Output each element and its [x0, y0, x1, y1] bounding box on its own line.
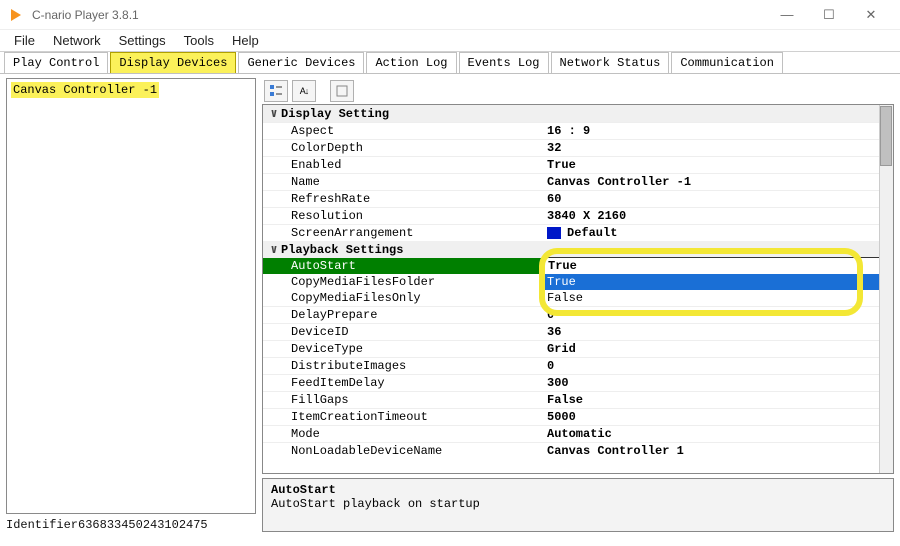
prop-name-aspect[interactable]: Aspect [263, 122, 543, 139]
tab-network-status[interactable]: Network Status [551, 52, 670, 73]
prop-value-feeditemdelay[interactable]: 300 [543, 374, 893, 391]
maximize-button[interactable]: ☐ [808, 1, 850, 29]
prop-row-autostart[interactable]: AutoStart True ▾ [263, 258, 893, 274]
titlebar: C-nario Player 3.8.1 — ☐ ✕ [0, 0, 900, 30]
menu-file[interactable]: File [6, 31, 43, 50]
window-title: C-nario Player 3.8.1 [32, 8, 139, 22]
prop-name-resolution[interactable]: Resolution [263, 207, 543, 224]
menu-settings[interactable]: Settings [111, 31, 174, 50]
prop-name-distributeimages[interactable]: DistributeImages [263, 357, 543, 374]
prop-value-colordepth[interactable]: 32 [543, 139, 893, 156]
prop-value-mode[interactable]: Automatic [543, 425, 893, 442]
grid-scrollbar[interactable] [879, 105, 893, 473]
section-playback-settings[interactable]: ∨ Playback Settings [263, 241, 893, 258]
color-swatch-icon [547, 227, 561, 239]
prop-value-itemcreationtimeout[interactable]: 5000 [543, 408, 893, 425]
prop-value-distributeimages[interactable]: 0 [543, 357, 893, 374]
tab-display-devices[interactable]: Display Devices [110, 52, 236, 73]
section-label: Playback Settings [281, 243, 403, 257]
prop-name-mode[interactable]: Mode [263, 425, 543, 442]
prop-name-colordepth[interactable]: ColorDepth [263, 139, 543, 156]
prop-value-aspect[interactable]: 16 : 9 [543, 122, 893, 139]
property-description: AutoStart AutoStart playback on startup [262, 478, 894, 532]
prop-value-nonloadabledevicename[interactable]: Canvas Controller 1 [543, 442, 893, 459]
menubar: File Network Settings Tools Help [0, 30, 900, 52]
prop-name-screenarrangement[interactable]: ScreenArrangement [263, 224, 543, 241]
categorize-button[interactable] [264, 80, 288, 102]
tab-events-log[interactable]: Events Log [459, 52, 549, 73]
description-title: AutoStart [271, 483, 885, 497]
prop-name-name[interactable]: Name [263, 173, 543, 190]
menu-network[interactable]: Network [45, 31, 109, 50]
prop-value-devicetype[interactable]: Grid [543, 340, 893, 357]
scroll-thumb[interactable] [880, 106, 892, 166]
minimize-button[interactable]: — [766, 1, 808, 29]
prop-value-enabled[interactable]: True [543, 156, 893, 173]
property-page-button[interactable] [330, 80, 354, 102]
tab-action-log[interactable]: Action Log [366, 52, 456, 73]
collapse-icon[interactable]: ∨ [267, 242, 281, 257]
menu-help[interactable]: Help [224, 31, 267, 50]
main-area: Canvas Controller -1 Identifier636833450… [0, 74, 900, 538]
dropdown-option-false[interactable]: CopyMediaFilesOnly False [263, 290, 893, 306]
menu-tools[interactable]: Tools [176, 31, 222, 50]
property-toolbar: A↓ [262, 78, 894, 104]
sort-az-button[interactable]: A↓ [292, 80, 316, 102]
prop-value-resolution[interactable]: 3840 X 2160 [543, 207, 893, 224]
tab-communication[interactable]: Communication [671, 52, 783, 73]
prop-name-copymediafilesonly[interactable]: CopyMediaFilesOnly [263, 290, 543, 306]
prop-name-autostart[interactable]: AutoStart [263, 258, 543, 274]
tab-play-control[interactable]: Play Control [4, 52, 108, 73]
property-grid[interactable]: ∨ Display Setting Aspect16 : 9 ColorDept… [262, 104, 894, 474]
prop-name-enabled[interactable]: Enabled [263, 156, 543, 173]
prop-value-screenarrangement[interactable]: Default [543, 224, 893, 241]
prop-value-name[interactable]: Canvas Controller -1 [543, 173, 893, 190]
prop-name-nonloadabledevicename[interactable]: NonLoadableDeviceName [263, 442, 543, 459]
prop-name-itemcreationtimeout[interactable]: ItemCreationTimeout [263, 408, 543, 425]
prop-name-delayprepare[interactable]: DelayPrepare [263, 306, 543, 323]
identifier-label: Identifier636833450243102475 [6, 518, 256, 532]
tab-generic-devices[interactable]: Generic Devices [238, 52, 364, 73]
section-display-setting[interactable]: ∨ Display Setting [263, 105, 893, 122]
prop-name-devicetype[interactable]: DeviceType [263, 340, 543, 357]
dropdown-option-true[interactable]: CopyMediaFilesFolder True [263, 274, 893, 290]
tab-bar: Play Control Display Devices Generic Dev… [0, 52, 900, 74]
prop-name-refreshrate[interactable]: RefreshRate [263, 190, 543, 207]
description-text: AutoStart playback on startup [271, 497, 885, 511]
prop-name-deviceid[interactable]: DeviceID [263, 323, 543, 340]
collapse-icon[interactable]: ∨ [267, 106, 281, 121]
prop-value-fillgaps[interactable]: False [543, 391, 893, 408]
prop-name-copymediafilesfolder[interactable]: CopyMediaFilesFolder [263, 274, 543, 290]
device-tree[interactable]: Canvas Controller -1 [6, 78, 256, 514]
prop-name-fillgaps[interactable]: FillGaps [263, 391, 543, 408]
section-label: Display Setting [281, 107, 389, 121]
close-button[interactable]: ✕ [850, 1, 892, 29]
prop-name-feeditemdelay[interactable]: FeedItemDelay [263, 374, 543, 391]
prop-value-delayprepare[interactable]: 0 [543, 306, 893, 323]
prop-value-autostart[interactable]: True ▾ [543, 257, 893, 275]
tree-item-canvas-controller[interactable]: Canvas Controller -1 [11, 82, 159, 98]
prop-value-deviceid[interactable]: 36 [543, 323, 893, 340]
app-logo-icon [8, 7, 24, 23]
prop-value-refreshrate[interactable]: 60 [543, 190, 893, 207]
